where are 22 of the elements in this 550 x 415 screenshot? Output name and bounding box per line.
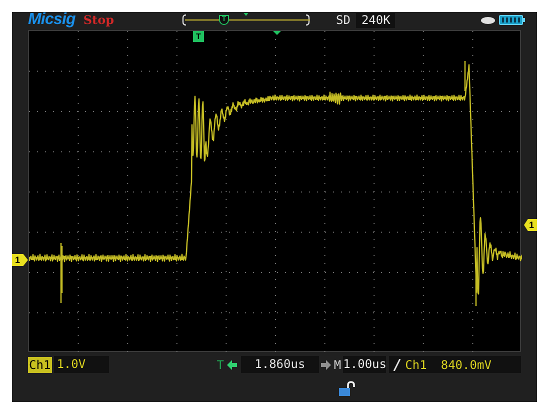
arrow-right-icon — [320, 360, 331, 370]
vertical-scale: 1.0V — [54, 356, 109, 373]
trigger-position-marker — [273, 31, 281, 35]
acquisition-mode: SD — [336, 14, 350, 26]
timebase-label: M — [334, 358, 342, 370]
battery-icon — [499, 15, 525, 25]
rising-edge-icon — [393, 358, 402, 370]
memory-depth: 240K — [356, 12, 396, 28]
trigger-label: T — [216, 358, 224, 370]
trigger-channel: Ch1 — [405, 358, 427, 370]
trigger-marker: T — [193, 31, 204, 42]
horizontal-position: 1.860us — [240, 356, 319, 373]
timebase-value: 1.00us — [343, 356, 386, 373]
trigger-level: 840.0mV — [440, 358, 492, 370]
storage-icon — [481, 16, 495, 24]
unlocked-padlock-icon — [339, 381, 355, 396]
run-state: Stop — [83, 14, 114, 26]
channel-badge: Ch1 — [28, 356, 52, 372]
channel-marker: 1 — [12, 254, 28, 266]
arrow-left-icon — [226, 360, 237, 370]
brand-logo: Micsig — [28, 12, 76, 28]
trigger-level-marker: 1 — [524, 219, 537, 231]
